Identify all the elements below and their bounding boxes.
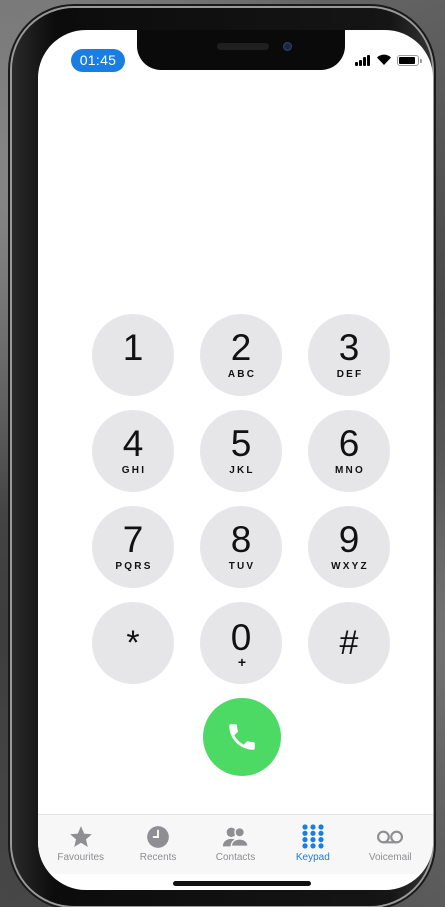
phone-icon xyxy=(229,724,255,750)
front-camera xyxy=(283,42,292,51)
key-digit: 7 xyxy=(122,518,144,560)
key-letters: + xyxy=(237,654,247,670)
key-digit: 4 xyxy=(122,422,144,464)
keypad-icon xyxy=(299,824,327,850)
key-7[interactable]: 7 PQRS xyxy=(92,506,174,588)
tab-bar: Favourites Recents Contacts Keypad Voicemail xyxy=(38,814,433,874)
key-letters: DEF xyxy=(336,368,364,380)
call-button[interactable] xyxy=(203,698,281,776)
key-8[interactable]: 8 TUV xyxy=(200,506,282,588)
wifi-icon xyxy=(376,52,392,66)
voicemail-icon xyxy=(376,824,404,850)
key-letters: JKL xyxy=(229,464,255,476)
key-letters xyxy=(132,369,134,381)
key-2[interactable]: 2 ABC xyxy=(200,314,282,396)
key-letters: TUV xyxy=(228,560,256,572)
tab-voicemail[interactable]: Voicemail xyxy=(355,815,425,874)
status-time[interactable]: 01:45 xyxy=(71,49,125,72)
clock-icon xyxy=(144,824,172,850)
phone-frame: 01:45 1 2 ABC 3 DEF 4 GHI 5 JKL 6 MNO 7 PQRS 8 TUV 9 WXY… xyxy=(12,8,433,906)
key-6[interactable]: 6 MNO xyxy=(308,410,390,492)
key-digit: 5 xyxy=(230,422,252,464)
tab-label: Keypad xyxy=(295,852,330,863)
key-digit: 6 xyxy=(338,422,360,464)
earpiece-speaker xyxy=(217,43,269,50)
key-0[interactable]: 0 + xyxy=(200,602,282,684)
tab-recents[interactable]: Recents xyxy=(123,815,193,874)
star-icon xyxy=(67,824,95,850)
tab-label: Voicemail xyxy=(368,852,412,863)
key-1[interactable]: 1 xyxy=(92,314,174,396)
key-digit: 8 xyxy=(230,518,252,560)
key-3[interactable]: 3 DEF xyxy=(308,314,390,396)
battery-icon xyxy=(397,55,422,66)
key-digit: 3 xyxy=(338,326,360,368)
key-digit: 0 xyxy=(230,617,252,658)
notch xyxy=(137,30,345,70)
tab-label: Recents xyxy=(139,852,177,863)
contacts-icon xyxy=(221,824,250,850)
home-indicator[interactable] xyxy=(173,881,311,886)
tab-keypad[interactable]: Keypad xyxy=(278,815,348,874)
phone-screen: 01:45 1 2 ABC 3 DEF 4 GHI 5 JKL 6 MNO 7 PQRS 8 TUV 9 WXY… xyxy=(38,30,433,890)
key-letters: ABC xyxy=(227,368,257,380)
key-9[interactable]: 9 WXYZ xyxy=(308,506,390,588)
key-digit: 1 xyxy=(122,326,144,368)
key-hash[interactable]: # xyxy=(308,602,390,684)
key-digit: 9 xyxy=(338,518,360,560)
tab-label: Favourites xyxy=(57,852,105,863)
key-digit: 2 xyxy=(230,326,252,368)
tab-favourites[interactable]: Favourites xyxy=(46,815,116,874)
cellular-signal-icon xyxy=(355,54,373,66)
key-5[interactable]: 5 JKL xyxy=(200,410,282,492)
key-letters: GHI xyxy=(121,464,147,476)
key-digit: * xyxy=(126,624,140,662)
tab-contacts[interactable]: Contacts xyxy=(200,815,270,874)
key-digit: # xyxy=(339,624,359,662)
key-letters: PQRS xyxy=(115,560,153,572)
key-letters: WXYZ xyxy=(331,560,369,572)
key-4[interactable]: 4 GHI xyxy=(92,410,174,492)
dial-keypad: 1 2 ABC 3 DEF 4 GHI 5 JKL 6 MNO 7 PQRS 8 TUV 9 WXYZ * 0 + # xyxy=(92,314,390,684)
key-star[interactable]: * xyxy=(92,602,174,684)
tab-label: Contacts xyxy=(215,852,256,863)
key-letters: MNO xyxy=(335,464,365,476)
